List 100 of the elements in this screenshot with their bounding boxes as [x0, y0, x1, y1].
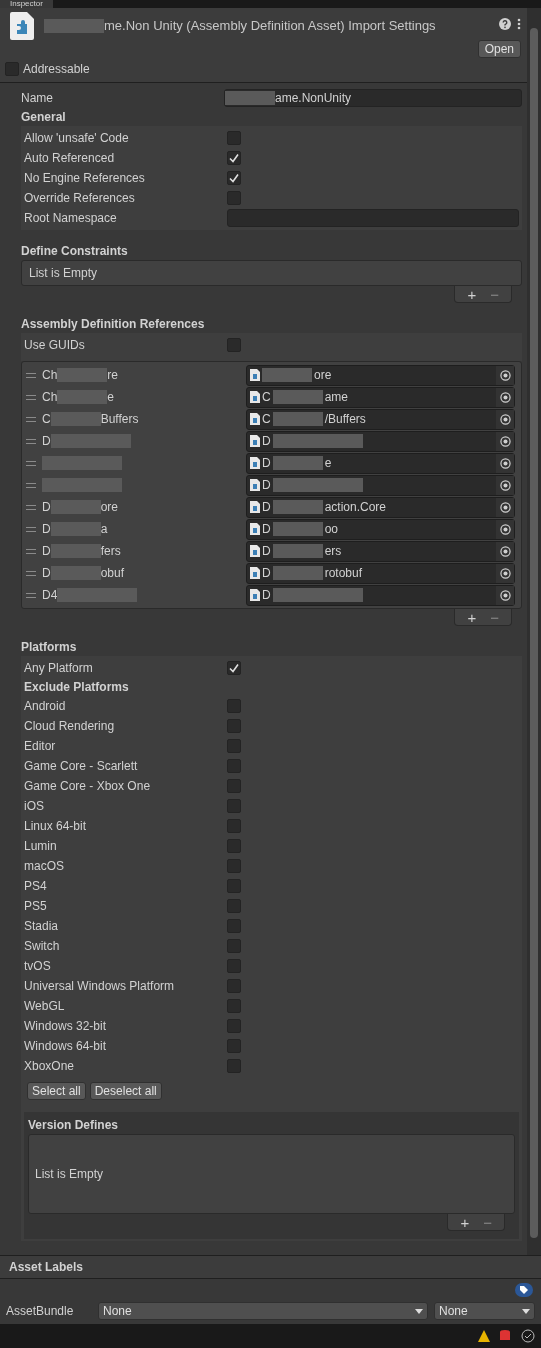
- add-button[interactable]: +: [467, 285, 477, 303]
- checkbox[interactable]: [227, 338, 241, 352]
- blur-patch: [272, 566, 323, 580]
- reference-name: D: [42, 566, 51, 580]
- add-button[interactable]: +: [467, 608, 477, 626]
- drag-handle-icon[interactable]: [26, 438, 36, 444]
- target-icon[interactable]: [499, 391, 511, 403]
- checkbox[interactable]: [227, 739, 241, 753]
- database-icon[interactable]: [499, 1329, 513, 1343]
- drag-handle-icon[interactable]: [26, 372, 36, 378]
- select-button[interactable]: Deselect all: [89, 1082, 162, 1100]
- target-icon[interactable]: [499, 567, 511, 579]
- checkbox[interactable]: [227, 799, 241, 813]
- reference-name: Buffers: [100, 412, 139, 426]
- field-label: Use GUIDs: [24, 338, 85, 352]
- caret-icon: [415, 1308, 423, 1314]
- reference-name: C: [42, 412, 51, 426]
- drag-handle-icon[interactable]: [26, 592, 36, 598]
- help-icon[interactable]: [499, 18, 511, 30]
- object-field[interactable]: D action.Core: [246, 496, 515, 518]
- file-icon: [250, 413, 260, 425]
- object-field[interactable]: ore: [246, 364, 515, 386]
- section-title: Exclude Platforms: [24, 679, 130, 696]
- checkbox[interactable]: [227, 899, 241, 913]
- drag-handle-icon[interactable]: [26, 394, 36, 400]
- checkbox[interactable]: [227, 999, 241, 1013]
- warning-icon[interactable]: [477, 1329, 491, 1343]
- menu-icon[interactable]: [517, 18, 521, 30]
- field-label: Auto Referenced: [24, 151, 115, 165]
- tag-icon[interactable]: [515, 1283, 533, 1297]
- checkbox[interactable]: [227, 859, 241, 873]
- checkbox[interactable]: [227, 661, 241, 675]
- target-icon[interactable]: [499, 523, 511, 535]
- check-circle-icon[interactable]: [521, 1329, 535, 1343]
- drag-handle-icon[interactable]: [26, 482, 36, 488]
- reference-name: fers: [100, 544, 121, 558]
- drag-handle-icon[interactable]: [26, 460, 36, 466]
- checkbox[interactable]: [227, 1019, 241, 1033]
- object-field[interactable]: D oo: [246, 518, 515, 540]
- object-field[interactable]: D: [246, 584, 515, 606]
- window-title: me.Non Unity (Assembly Definition Asset) Import Settings: [104, 18, 436, 33]
- object-field[interactable]: D rotobuf: [246, 562, 515, 584]
- checkbox[interactable]: [227, 699, 241, 713]
- target-icon[interactable]: [499, 479, 511, 491]
- target-icon[interactable]: [499, 457, 511, 469]
- object-field[interactable]: D e: [246, 452, 515, 474]
- object-field[interactable]: D ers: [246, 540, 515, 562]
- checkbox[interactable]: [227, 171, 241, 185]
- drag-handle-icon[interactable]: [26, 416, 36, 422]
- target-icon[interactable]: [499, 545, 511, 557]
- drag-handle-icon[interactable]: [26, 548, 36, 554]
- checkbox[interactable]: [227, 151, 241, 165]
- blur-patch: [57, 390, 108, 404]
- target-icon[interactable]: [499, 413, 511, 425]
- checkbox[interactable]: [227, 959, 241, 973]
- open-button[interactable]: Open: [477, 40, 521, 58]
- select-button[interactable]: Select all: [27, 1082, 86, 1100]
- checkbox[interactable]: [227, 1059, 241, 1073]
- bundle-dropdown[interactable]: None: [98, 1302, 428, 1320]
- blur-patch: [44, 18, 104, 33]
- drag-handle-icon[interactable]: [26, 570, 36, 576]
- checkbox[interactable]: [227, 131, 241, 145]
- object-field[interactable]: C /Buffers: [246, 408, 515, 430]
- reference-name: D: [42, 544, 51, 558]
- target-icon[interactable]: [499, 435, 511, 447]
- checkbox[interactable]: [227, 939, 241, 953]
- checkbox[interactable]: [227, 779, 241, 793]
- checkbox[interactable]: [227, 919, 241, 933]
- target-icon[interactable]: [499, 501, 511, 513]
- text-field[interactable]: [227, 209, 519, 227]
- add-button[interactable]: +: [460, 1213, 470, 1231]
- blur-patch: [50, 566, 101, 580]
- inspector-tab[interactable]: Inspector: [0, 0, 53, 8]
- checkbox[interactable]: [227, 191, 241, 205]
- file-icon: [250, 391, 260, 403]
- name-field[interactable]: ame.NonUnity: [224, 89, 522, 107]
- checkbox[interactable]: [227, 1039, 241, 1053]
- object-field[interactable]: D: [246, 430, 515, 452]
- section-title: Version Defines: [28, 1117, 120, 1134]
- checkbox[interactable]: [227, 719, 241, 733]
- variant-dropdown[interactable]: None: [434, 1302, 535, 1320]
- file-icon: [250, 523, 260, 535]
- checkbox[interactable]: [5, 62, 19, 76]
- target-icon[interactable]: [499, 369, 511, 381]
- checkbox-label: Addressable: [23, 62, 90, 76]
- field-label: tvOS: [24, 959, 51, 973]
- target-icon[interactable]: [499, 589, 511, 601]
- object-field[interactable]: D: [246, 474, 515, 496]
- checkbox[interactable]: [227, 759, 241, 773]
- checkbox[interactable]: [227, 839, 241, 853]
- checkbox[interactable]: [227, 819, 241, 833]
- object-field[interactable]: C ame: [246, 386, 515, 408]
- drag-handle-icon[interactable]: [26, 504, 36, 510]
- scrollbar-thumb[interactable]: [530, 28, 538, 1238]
- file-icon: [250, 567, 260, 579]
- checkbox[interactable]: [227, 979, 241, 993]
- field-label: Game Core - Scarlett: [24, 759, 138, 773]
- drag-handle-icon[interactable]: [26, 526, 36, 532]
- checkbox[interactable]: [227, 879, 241, 893]
- reference-name: ore: [100, 500, 118, 514]
